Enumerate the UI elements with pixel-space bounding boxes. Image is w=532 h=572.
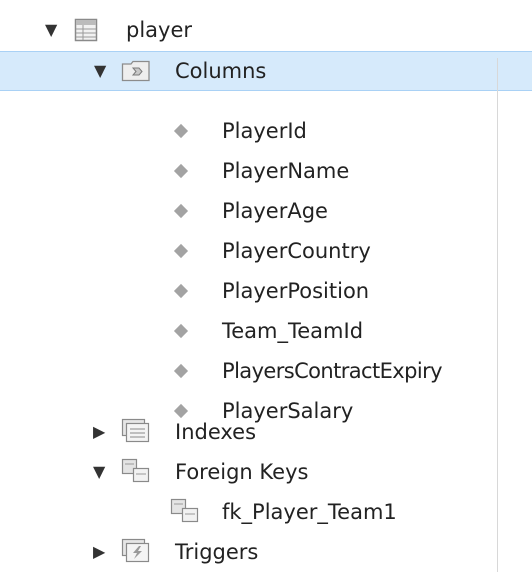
column-diamond-icon [173,243,189,259]
column-item[interactable]: PlayerId [0,111,532,151]
column-label: PlayerAge [222,199,328,223]
column-label: Team_TeamId [222,319,364,343]
table-icon [74,18,98,47]
tree-node-columns[interactable]: ▼ Columns [0,51,532,91]
column-diamond-icon [173,203,189,219]
column-label: PlayersContractExpiry [222,359,443,383]
expand-arrow-right-icon[interactable]: ▶ [93,424,109,440]
column-label: PlayerName [222,159,350,183]
schema-tree: ▼ player ▼ Columns PlayerId PlayerName P… [0,0,532,572]
column-diamond-icon [173,323,189,339]
tree-node-label: player [126,18,193,42]
tree-node-foreign-keys[interactable]: ▼ Foreign Keys [0,452,532,492]
foreign-key-icon [170,498,200,529]
column-label: PlayerId [222,119,307,143]
column-item[interactable]: PlayerAge [0,191,532,231]
column-item[interactable]: PlayerName [0,151,532,191]
column-item[interactable]: PlayerCountry [0,231,532,271]
expand-arrow-down-icon[interactable]: ▼ [45,22,61,38]
column-label: PlayerCountry [222,239,371,263]
tree-node-label: Triggers [175,540,259,564]
column-diamond-icon [173,283,189,299]
column-diamond-icon [173,363,189,379]
column-item[interactable]: PlayerPosition [0,271,532,311]
tree-node-indexes[interactable]: ▶ Indexes [0,412,532,452]
triggers-folder-icon [121,538,151,569]
foreign-keys-folder-icon [121,458,151,489]
expand-arrow-down-icon[interactable]: ▼ [94,63,110,79]
column-item[interactable]: PlayersContractExpiry [0,351,532,391]
expand-arrow-right-icon[interactable]: ▶ [93,544,109,560]
foreign-key-item[interactable]: fk_Player_Team1 [0,492,532,532]
column-label: PlayerPosition [222,279,370,303]
column-item[interactable]: Team_TeamId [0,311,532,351]
tree-node-triggers[interactable]: ▶ Triggers [0,532,532,572]
expand-arrow-down-icon[interactable]: ▼ [93,464,109,480]
foreign-key-label: fk_Player_Team1 [222,500,397,524]
tree-node-label: Columns [175,59,267,83]
column-diamond-icon [173,123,189,139]
panel-divider [497,58,498,572]
indexes-folder-icon [121,418,151,449]
column-diamond-icon [173,163,189,179]
tree-node-label: Foreign Keys [175,460,309,484]
tree-node-player[interactable]: ▼ player [0,10,532,50]
tree-node-label: Indexes [175,420,257,444]
columns-folder-icon [121,59,151,88]
